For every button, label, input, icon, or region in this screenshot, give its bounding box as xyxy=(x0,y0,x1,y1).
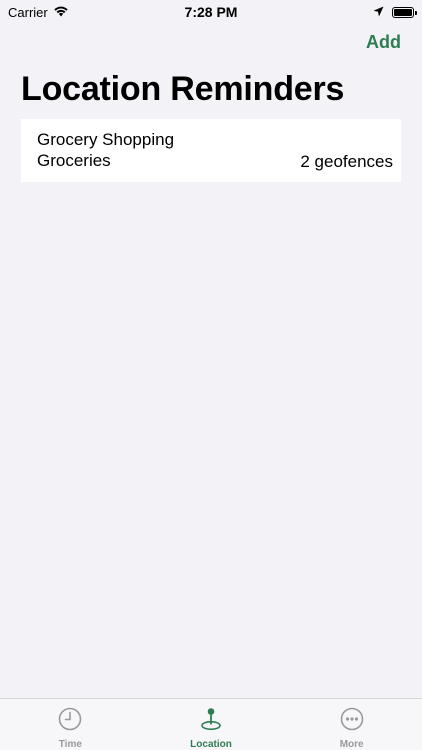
wifi-icon xyxy=(53,5,69,20)
reminder-geofence-count: 2 geofences xyxy=(300,152,393,171)
tab-location-label: Location xyxy=(190,739,232,750)
tab-more[interactable]: More xyxy=(281,699,422,750)
tab-time-label: Time xyxy=(58,739,82,750)
battery-icon xyxy=(392,6,417,18)
tab-bar: Time Location More xyxy=(0,698,422,750)
tab-time[interactable]: Time xyxy=(0,699,141,750)
tab-more-label: More xyxy=(339,739,364,750)
status-bar: Carrier 7:28 PM xyxy=(0,0,422,24)
reminder-row-grocery-shopping[interactable]: Grocery Shopping Groceries 2 geofences xyxy=(21,119,401,182)
app-screen: Carrier 7:28 PM Add Location Reminders G… xyxy=(0,0,422,750)
add-button[interactable]: Add xyxy=(366,32,401,53)
reminders-list: Grocery Shopping Groceries 2 geofences xyxy=(21,119,401,182)
location-pin-icon xyxy=(199,707,223,736)
clock-icon xyxy=(58,707,82,736)
page-title: Location Reminders xyxy=(21,70,345,108)
tab-location[interactable]: Location xyxy=(141,699,282,750)
location-arrow-icon xyxy=(373,5,384,20)
more-icon xyxy=(340,707,364,736)
carrier-label: Carrier xyxy=(8,4,48,20)
reminder-title: Grocery Shopping xyxy=(37,130,175,149)
